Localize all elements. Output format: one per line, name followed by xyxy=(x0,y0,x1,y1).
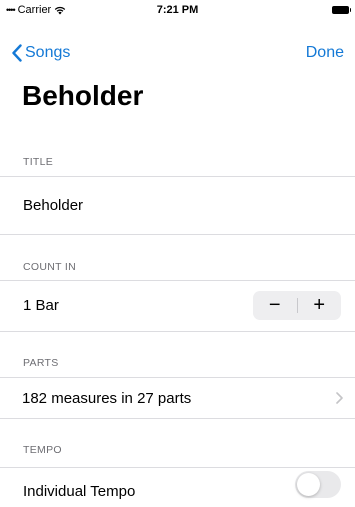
status-time: 7:21 PM xyxy=(156,4,199,16)
status-bar: •••• Carrier 7:21 PM xyxy=(0,0,355,20)
back-button[interactable]: Songs xyxy=(12,44,70,62)
section-header-count-in: COUNT IN xyxy=(23,261,76,273)
section-header-tempo: TEMPO xyxy=(23,444,62,456)
parts-cell[interactable]: 182 measures in 27 parts xyxy=(0,377,355,419)
section-header-title: TITLE xyxy=(23,156,54,168)
battery-icon xyxy=(332,6,351,14)
count-in-cell: 1 Bar − + xyxy=(0,280,355,332)
navigation-bar: Songs Done xyxy=(0,40,355,68)
chevron-right-icon xyxy=(336,392,343,404)
page-title: Beholder xyxy=(22,80,144,111)
individual-tempo-toggle[interactable] xyxy=(295,471,341,498)
count-in-stepper[interactable]: − + xyxy=(253,291,341,320)
done-button[interactable]: Done xyxy=(306,44,344,62)
tempo-label: Individual Tempo xyxy=(23,483,136,500)
parts-summary: 182 measures in 27 parts xyxy=(22,390,192,407)
chevron-left-icon xyxy=(12,44,22,62)
decrement-button[interactable]: − xyxy=(253,291,297,320)
tempo-cell: Individual Tempo xyxy=(0,467,355,507)
section-header-parts: PARTS xyxy=(23,357,59,369)
back-button-label: Songs xyxy=(25,44,71,61)
toggle-knob xyxy=(297,473,320,496)
count-in-value: 1 Bar xyxy=(23,297,59,314)
title-cell[interactable]: Beholder xyxy=(0,176,355,235)
increment-button[interactable]: + xyxy=(298,291,342,320)
title-field[interactable]: Beholder xyxy=(23,197,83,214)
